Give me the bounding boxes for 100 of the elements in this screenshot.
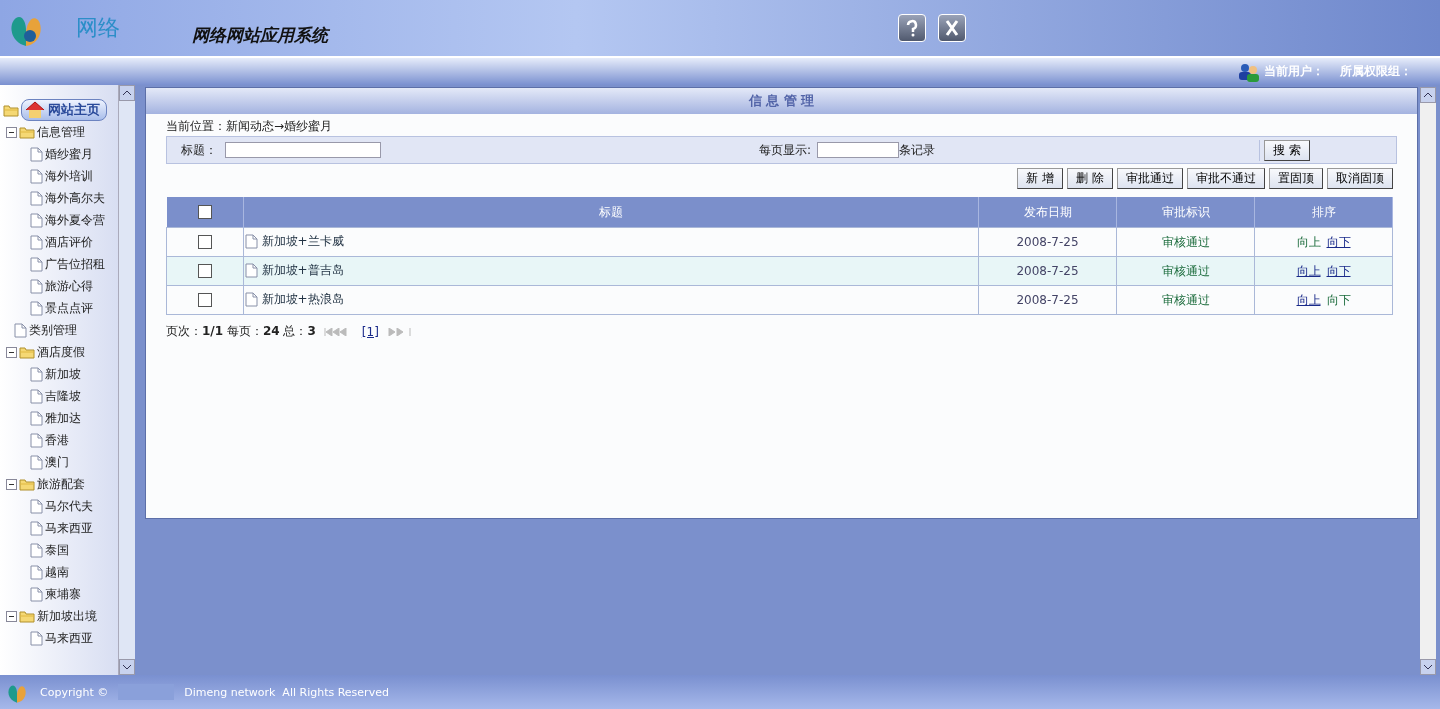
title-input-field[interactable] — [225, 142, 381, 158]
permission-group-label: 所属权限组： — [1340, 63, 1412, 80]
page-link[interactable]: [1] — [361, 324, 379, 339]
page-icon — [30, 234, 43, 250]
page-icon — [14, 322, 27, 338]
breadcrumb: 当前位置：新闻动态→婚纱蜜月 — [166, 118, 334, 135]
row-checkbox[interactable] — [197, 293, 212, 308]
tree-item[interactable]: 酒店度假 — [37, 343, 85, 361]
tree-item[interactable]: 越南 — [45, 563, 69, 581]
sort-link[interactable]: 向下 — [1326, 234, 1351, 249]
close-icon[interactable] — [938, 14, 966, 42]
home-button[interactable]: 网站主页 — [21, 99, 107, 121]
tree-item[interactable]: 海外高尔夫 — [45, 189, 105, 207]
tree-item[interactable]: 泰国 — [45, 541, 69, 559]
select-all-checkbox[interactable] — [197, 205, 212, 220]
page-icon — [30, 366, 43, 382]
page-icon — [244, 262, 258, 278]
tree-item[interactable]: 旅游心得 — [45, 277, 93, 295]
page-icon — [30, 256, 43, 272]
scroll-up-icon[interactable] — [1420, 87, 1436, 103]
tree-item[interactable]: 新加坡出境 — [37, 607, 97, 625]
column-header: 排序 — [1254, 197, 1393, 228]
page-icon — [30, 630, 43, 646]
vertical-scrollbar[interactable] — [1420, 87, 1436, 675]
panel-title: 信 息 管 理 — [146, 88, 1417, 114]
row-checkbox[interactable] — [197, 264, 212, 279]
copyright-text: Copyright © — [40, 685, 109, 699]
page-icon — [244, 291, 258, 307]
tree-item[interactable]: 马来西亚 — [45, 629, 93, 647]
page-icon — [30, 542, 43, 558]
title-link[interactable]: 新加坡+普吉岛 — [261, 261, 344, 279]
collapse-toggle-icon[interactable] — [6, 478, 17, 490]
page-icon — [30, 520, 43, 536]
per-page-label: 每页显示: — [759, 141, 812, 159]
tree-item[interactable]: 马来西亚 — [45, 519, 93, 537]
vertical-scrollbar[interactable] — [118, 85, 135, 675]
current-user-label: 当前用户： — [1264, 63, 1324, 80]
collapse-toggle-icon[interactable] — [6, 126, 17, 138]
tree-item[interactable]: 海外夏令营 — [45, 211, 105, 229]
tree-item[interactable]: 景点点评 — [45, 299, 93, 317]
sort-link[interactable]: 向上 — [1296, 263, 1321, 278]
tree-item[interactable]: 海外培训 — [45, 167, 93, 185]
scroll-down-icon[interactable] — [1420, 659, 1436, 675]
page-icon — [30, 586, 43, 602]
search-button[interactable]: 搜 索 — [1264, 139, 1310, 161]
collapse-toggle-icon[interactable] — [6, 346, 17, 358]
collapse-toggle-icon[interactable] — [6, 610, 17, 622]
tree-item[interactable]: 酒店评价 — [45, 233, 93, 251]
row-checkbox[interactable] — [197, 235, 212, 250]
date-cell: 2008-7-25 — [978, 285, 1117, 315]
scroll-down-icon[interactable] — [119, 659, 135, 675]
page-icon — [30, 388, 43, 404]
tree-item[interactable]: 澳门 — [45, 453, 69, 471]
status-cell: 审核通过 — [1116, 227, 1255, 257]
status-cell: 审核通过 — [1116, 285, 1255, 315]
sort-text: 向上 — [1296, 234, 1321, 249]
action-button[interactable]: 取消固顶 — [1327, 168, 1393, 189]
page-icon — [30, 168, 43, 184]
column-header: 审批标识 — [1116, 197, 1255, 228]
help-icon[interactable] — [898, 14, 926, 42]
tree-item[interactable]: 类别管理 — [29, 321, 77, 339]
sort-link[interactable]: 向上 — [1296, 292, 1321, 307]
scroll-up-icon[interactable] — [119, 85, 135, 101]
page-icon — [30, 564, 43, 580]
action-button[interactable]: 删 除 — [1067, 168, 1113, 189]
status-cell: 审核通过 — [1116, 256, 1255, 286]
logo-text: 网络 — [76, 14, 120, 42]
folder-icon — [19, 345, 35, 359]
folder-icon — [19, 609, 35, 623]
blank-block — [118, 684, 175, 700]
action-button[interactable]: 置固顶 — [1269, 168, 1323, 189]
records-label: 条记录 — [899, 141, 936, 159]
tree-item[interactable]: 柬埔寨 — [45, 585, 81, 603]
page-icon — [30, 300, 43, 316]
tree-item[interactable]: 吉隆坡 — [45, 387, 81, 405]
tree-item[interactable]: 旅游配套 — [37, 475, 85, 493]
page-icon — [30, 454, 43, 470]
title-label: 标题： — [180, 141, 218, 159]
sort-link[interactable]: 向下 — [1326, 263, 1351, 278]
page-icon — [30, 432, 43, 448]
tree-item[interactable]: 新加坡 — [45, 365, 81, 383]
date-cell: 2008-7-25 — [978, 227, 1117, 257]
tree-item[interactable]: 香港 — [45, 431, 69, 449]
rights-text: Dimeng network All Rights Reserved — [184, 685, 389, 699]
title-link[interactable]: 新加坡+热浪岛 — [261, 290, 344, 308]
page-icon — [30, 146, 43, 162]
tree-item[interactable]: 雅加达 — [45, 409, 81, 427]
tree-item[interactable]: 婚纱蜜月 — [45, 145, 93, 163]
folder-icon — [3, 103, 19, 117]
date-cell: 2008-7-25 — [978, 256, 1117, 286]
action-button[interactable]: 审批通过 — [1117, 168, 1183, 189]
action-button[interactable]: 新 增 — [1017, 168, 1064, 189]
per-page-input-field[interactable] — [817, 142, 900, 158]
action-button[interactable]: 审批不通过 — [1187, 168, 1265, 189]
house-icon — [24, 101, 46, 119]
tree-item[interactable]: 信息管理 — [37, 123, 85, 141]
title-link[interactable]: 新加坡+兰卡威 — [261, 232, 344, 250]
tree-item[interactable]: 广告位招租 — [45, 255, 105, 273]
tree-item[interactable]: 马尔代夫 — [45, 497, 93, 515]
folder-icon — [19, 477, 35, 491]
